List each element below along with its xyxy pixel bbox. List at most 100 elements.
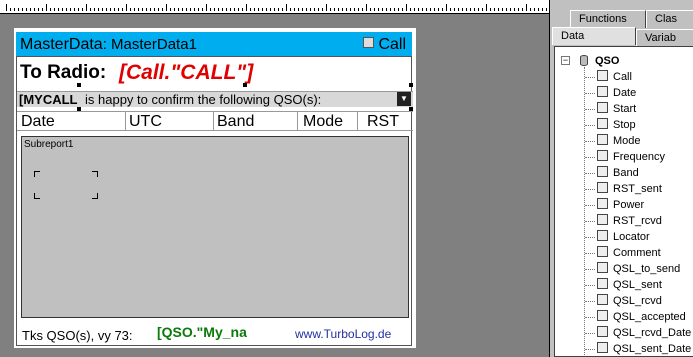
ruler-tick: [314, 8, 315, 11]
ruler-tick: [290, 8, 291, 11]
field-icon: [597, 182, 608, 193]
mycall-field[interactable]: [MYCALL: [19, 92, 78, 107]
band-call-source[interactable]: Call: [363, 36, 406, 54]
tree-field-item[interactable]: Stop: [597, 117, 636, 133]
tree-connector: [585, 93, 595, 94]
tree-field-item[interactable]: Comment: [597, 245, 661, 261]
ruler-tick: [378, 8, 379, 11]
ruler-tick: [266, 8, 267, 11]
tree-field-label: Frequency: [613, 151, 665, 163]
ruler-tick: [262, 8, 263, 11]
tree-field-item[interactable]: QSL_rcvd_Date: [597, 325, 691, 341]
ruler-tick: [198, 8, 199, 11]
tree-field-item[interactable]: QSL_sent_Date: [597, 341, 691, 356]
resize-handle[interactable]: [77, 83, 81, 87]
tree-connector: [585, 205, 595, 206]
ruler-tick: [470, 8, 471, 11]
ruler-tick: [318, 8, 319, 11]
tree-field-item[interactable]: Call: [597, 69, 632, 85]
tree-connector: [585, 109, 595, 110]
column-mode[interactable]: Mode: [303, 113, 343, 131]
chevron-down-icon[interactable]: ▼: [397, 92, 411, 106]
tree-field-item[interactable]: Mode: [597, 133, 641, 149]
tree-field-item[interactable]: Start: [597, 101, 636, 117]
tree-connector: [585, 349, 595, 350]
column-rst[interactable]: RST: [367, 113, 399, 131]
column-date[interactable]: Date: [21, 113, 55, 131]
ruler-tick: [374, 8, 375, 11]
selection-corner: [34, 193, 40, 199]
tree-field-item[interactable]: QSL_sent: [597, 277, 662, 293]
subreport-frame[interactable]: Subreport1: [21, 136, 409, 318]
ruler-tick: [206, 4, 207, 11]
field-icon: [597, 214, 608, 225]
ruler-tick: [510, 8, 511, 11]
tree-field-item[interactable]: Frequency: [597, 149, 665, 165]
ruler-tick: [6, 4, 7, 11]
tree-field-label: RST_rcvd: [613, 215, 662, 227]
ruler-tick: [498, 8, 499, 11]
masterdata-band-header[interactable]: MasterData: MasterData1 Call: [16, 32, 412, 56]
tab-variables[interactable]: Variab: [636, 29, 693, 47]
tab-classes[interactable]: Clas: [646, 10, 693, 28]
tree-field-label: QSL_sent: [613, 279, 662, 291]
confirm-text[interactable]: is happy to confirm the following QSO(s)…: [85, 92, 321, 107]
ruler-tick: [134, 8, 135, 11]
ruler-tick: [358, 8, 359, 11]
ruler-tick: [258, 8, 259, 11]
ruler-tick: [310, 8, 311, 11]
tab-functions[interactable]: Functions: [570, 10, 646, 28]
column-header-row: Date UTC Band Mode RST: [17, 111, 413, 131]
tree-field-item[interactable]: Date: [597, 85, 636, 101]
resize-handle[interactable]: [409, 107, 413, 111]
tree-field-item[interactable]: Locator: [597, 229, 650, 245]
ruler-tick: [522, 8, 523, 11]
tree-field-item[interactable]: RST_sent: [597, 181, 662, 197]
dataset-icon: [363, 37, 375, 48]
ruler-tick: [282, 8, 283, 11]
footer-tks-text[interactable]: Tks QSO(s), vy 73:: [22, 328, 133, 343]
ruler-tick: [370, 8, 371, 11]
collapse-icon[interactable]: −: [561, 56, 570, 65]
field-icon: [597, 70, 608, 81]
ruler-tick: [366, 4, 367, 11]
horizontal-ruler: [0, 0, 549, 14]
ruler-tick: [142, 8, 143, 11]
footer-qso-expression[interactable]: [QSO."My_na: [157, 324, 247, 340]
resize-handle[interactable]: [409, 83, 413, 87]
ruler-tick: [14, 8, 15, 11]
to-radio-label[interactable]: To Radio:: [20, 62, 106, 84]
resize-handle[interactable]: [77, 107, 81, 111]
call-expression-field[interactable]: [Call."CALL"]: [119, 61, 253, 85]
resize-handle[interactable]: [243, 83, 247, 87]
band-content: To Radio: [Call."CALL"] [MYCALL is happy…: [16, 56, 413, 346]
ruler-tick: [462, 8, 463, 11]
ruler-tick: [418, 8, 419, 11]
tree-field-item[interactable]: QSL_accepted: [597, 309, 686, 325]
tree-connector: [585, 285, 595, 286]
tree-field-label: QSL_rcvd_Date: [613, 327, 692, 339]
ruler-tick: [226, 8, 227, 11]
tree-field-item[interactable]: RST_rcvd: [597, 213, 662, 229]
column-divider: [297, 112, 298, 130]
ruler-tick: [534, 8, 535, 11]
footer-site-link[interactable]: www.TurboLog.de: [295, 327, 391, 341]
column-utc[interactable]: UTC: [129, 113, 162, 131]
ruler-tick: [10, 8, 11, 11]
tree-field-item[interactable]: Band: [597, 165, 639, 181]
column-band[interactable]: Band: [217, 113, 254, 131]
tree-root-qso[interactable]: QSO: [595, 53, 619, 69]
ruler-tick: [458, 8, 459, 11]
tree-field-label: QSL_accepted: [613, 311, 686, 323]
ruler-tick: [94, 8, 95, 11]
ruler-tick: [26, 8, 27, 11]
ruler-tick: [466, 8, 467, 11]
tree-field-item[interactable]: QSL_to_send: [597, 261, 680, 277]
tree-connector: [585, 301, 595, 302]
tree-field-item[interactable]: QSL_rcvd: [597, 293, 662, 309]
field-icon: [597, 230, 608, 241]
tree-field-item[interactable]: Power: [597, 197, 644, 213]
tab-data[interactable]: Data: [552, 27, 636, 45]
field-icon: [597, 150, 608, 161]
ruler-tick: [274, 8, 275, 11]
